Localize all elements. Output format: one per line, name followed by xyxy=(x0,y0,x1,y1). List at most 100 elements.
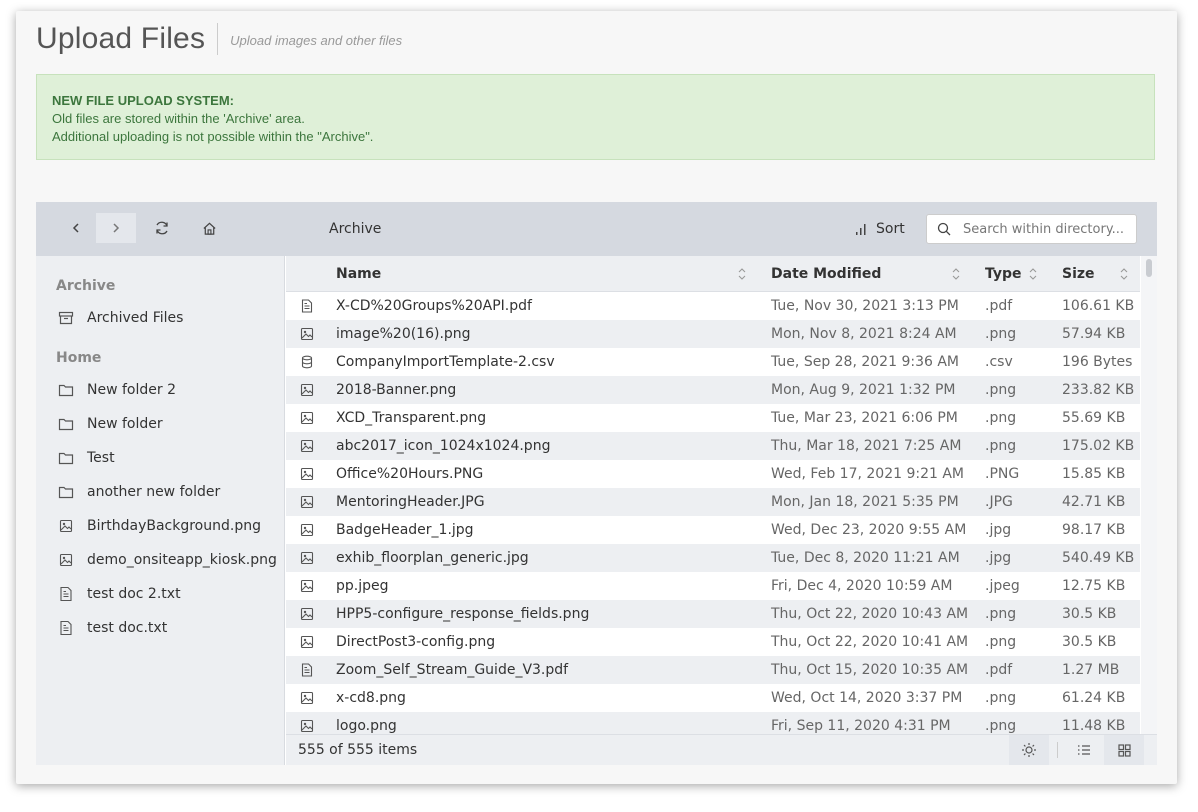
file-row[interactable]: abc2017_icon_1024x1024.png Thu, Mar 18, 2… xyxy=(286,432,1140,460)
file-row[interactable]: Zoom_Self_Stream_Guide_V3.pdf Thu, Oct 15… xyxy=(286,656,1140,684)
column-header-date[interactable]: Date Modified xyxy=(771,256,881,292)
home-button[interactable] xyxy=(189,213,229,243)
file-date-modified: Tue, Mar 23, 2021 6:06 PM xyxy=(771,410,958,426)
sidebar-item[interactable]: New folder xyxy=(58,414,163,434)
file-type: .png xyxy=(985,326,1017,342)
sidebar-item[interactable]: Test xyxy=(58,448,115,468)
grid-view-icon xyxy=(1117,743,1131,757)
file-rows: X-CD%20Groups%20API.pdf Tue, Nov 30, 2021… xyxy=(286,292,1140,734)
file-size: 61.24 KB xyxy=(1062,690,1126,706)
sidebar-item-label: Archived Files xyxy=(87,310,184,326)
file-name: Zoom_Self_Stream_Guide_V3.pdf xyxy=(336,662,569,678)
image-file-icon xyxy=(300,383,314,397)
file-type: .png xyxy=(985,634,1017,650)
sidebar-item[interactable]: another new folder xyxy=(58,482,220,502)
file-row[interactable]: pp.jpeg Fri, Dec 4, 2020 10:59 AM .jpeg 12.… xyxy=(286,572,1140,600)
file-row[interactable]: 2018-Banner.png Mon, Aug 9, 2021 1:32 PM.… xyxy=(286,376,1140,404)
search-box xyxy=(926,214,1137,244)
file-date-modified: Thu, Oct 22, 2020 10:43 AM xyxy=(771,606,969,622)
forward-button[interactable] xyxy=(96,213,136,243)
alert-line-2: Additional uploading is not possible wit… xyxy=(52,129,374,144)
breadcrumb-archive[interactable]: Archive xyxy=(329,221,381,237)
file-type: .png xyxy=(985,690,1017,706)
list-view-button[interactable] xyxy=(1064,735,1104,765)
folder-icon xyxy=(58,382,74,398)
file-row[interactable]: MentoringHeader.JPG Mon, Jan 18, 2021 5:3… xyxy=(286,488,1140,516)
file-row[interactable]: XCD_Transparent.png Tue, Mar 23, 2021 6:0… xyxy=(286,404,1140,432)
scrollbar-thumb[interactable] xyxy=(1146,259,1152,277)
file-date-modified: Wed, Oct 14, 2020 3:37 PM xyxy=(771,690,963,706)
file-row[interactable]: CompanyImportTemplate-2.csv Tue, Sep 28, … xyxy=(286,348,1140,376)
file-type: .pdf xyxy=(985,298,1013,314)
file-row[interactable]: BadgeHeader_1.jpg Wed, Dec 23, 2020 9:55 … xyxy=(286,516,1140,544)
sidebar-item-label: another new folder xyxy=(87,484,221,500)
sidebar-item-label: New folder xyxy=(87,416,163,432)
sort-arrows-icon[interactable] xyxy=(1029,267,1037,281)
search-input[interactable] xyxy=(961,220,1130,238)
file-type: .png xyxy=(985,410,1017,426)
file-row[interactable]: X-CD%20Groups%20API.pdf Tue, Nov 30, 2021… xyxy=(286,292,1140,320)
file-date-modified: Thu, Oct 22, 2020 10:41 AM xyxy=(771,634,969,650)
sort-arrows-icon[interactable] xyxy=(1120,267,1128,281)
file-type: .csv xyxy=(985,354,1013,370)
refresh-button[interactable] xyxy=(142,213,182,243)
file-row[interactable]: Office%20Hours.PNG Wed, Feb 17, 2021 9:21… xyxy=(286,460,1140,488)
pdf-file-icon xyxy=(300,663,314,677)
chevron-right-icon xyxy=(113,223,120,233)
column-type-label: Type xyxy=(985,266,1022,282)
sort-arrows-icon[interactable] xyxy=(952,267,960,281)
theme-toggle-button[interactable] xyxy=(1009,735,1049,765)
file-size: 15.85 KB xyxy=(1062,466,1126,482)
vertical-scrollbar[interactable] xyxy=(1141,256,1157,734)
sidebar-item[interactable]: Archived Files xyxy=(58,308,183,328)
file-name: pp.jpeg xyxy=(336,578,389,594)
sidebar-item[interactable]: test doc 2.txt xyxy=(58,584,181,604)
file-date-modified: Thu, Mar 18, 2021 7:25 AM xyxy=(771,438,962,454)
sort-bars-icon xyxy=(856,224,866,235)
sidebar: Archive Archived Files Home New folder 2 New… xyxy=(36,256,285,765)
sidebar-item[interactable]: New folder 2 xyxy=(58,380,176,400)
file-name: X-CD%20Groups%20API.pdf xyxy=(336,298,532,314)
sidebar-item[interactable]: demo_onsiteapp_kiosk.png xyxy=(58,550,277,570)
file-name: image%20(16).png xyxy=(336,326,471,342)
column-header-size[interactable]: Size xyxy=(1062,256,1095,292)
file-row[interactable]: DirectPost3-config.png Thu, Oct 22, 2020 … xyxy=(286,628,1140,656)
file-name: 2018-Banner.png xyxy=(336,382,457,398)
file-grid: Name Date Modified Type Size X-CD%20Grou… xyxy=(286,256,1157,765)
search-icon xyxy=(937,222,951,236)
sidebar-section-title: Archive xyxy=(56,278,116,294)
file-name: XCD_Transparent.png xyxy=(336,410,487,426)
sidebar-item[interactable]: BirthdayBackground.png xyxy=(58,516,261,536)
grid-view-button[interactable] xyxy=(1104,735,1144,765)
column-header-name[interactable]: Name xyxy=(336,256,381,292)
image-file-icon xyxy=(300,691,314,705)
sort-arrows-icon[interactable] xyxy=(738,267,746,281)
status-bar: 555 of 555 items xyxy=(286,734,1157,765)
upload-notice-alert: NEW FILE UPLOAD SYSTEM: Old files are st… xyxy=(36,74,1155,160)
file-row[interactable]: x-cd8.png Wed, Oct 14, 2020 3:37 PM .png 61… xyxy=(286,684,1140,712)
sort-button[interactable]: Sort xyxy=(854,202,905,256)
file-size: 57.94 KB xyxy=(1062,326,1126,342)
file-date-modified: Mon, Aug 9, 2021 1:32 PM xyxy=(771,382,956,398)
file-row[interactable]: exhib_floorplan_generic.jpg Tue, Dec 8, 2… xyxy=(286,544,1140,572)
file-row[interactable]: logo.png Fri, Sep 11, 2020 4:31 PM .png 11.… xyxy=(286,712,1140,734)
file-row[interactable]: image%20(16).png Mon, Nov 8, 2021 8:24 AM… xyxy=(286,320,1140,348)
file-date-modified: Thu, Oct 15, 2020 10:35 AM xyxy=(771,662,969,678)
sidebar-item-label: test doc 2.txt xyxy=(87,586,181,602)
chevron-left-icon xyxy=(72,223,79,233)
back-button[interactable] xyxy=(56,213,96,243)
column-header-type[interactable]: Type xyxy=(985,256,1022,292)
file-date-modified: Mon, Jan 18, 2021 5:35 PM xyxy=(771,494,959,510)
alert-title: NEW FILE UPLOAD SYSTEM: xyxy=(52,93,234,108)
sidebar-item[interactable]: test doc.txt xyxy=(58,618,167,638)
grid-header: Name Date Modified Type Size xyxy=(286,256,1140,292)
file-row[interactable]: HPP5-configure_response_fields.png Thu, O… xyxy=(286,600,1140,628)
file-size: 196 Bytes xyxy=(1062,354,1133,370)
file-name: DirectPost3-config.png xyxy=(336,634,496,650)
file-date-modified: Tue, Nov 30, 2021 3:13 PM xyxy=(771,298,959,314)
breadcrumb: Archive xyxy=(329,202,381,256)
file-size: 11.48 KB xyxy=(1062,718,1126,734)
image-file-icon xyxy=(58,552,74,568)
file-name: abc2017_icon_1024x1024.png xyxy=(336,438,551,454)
sidebar-item-label: New folder 2 xyxy=(87,382,176,398)
